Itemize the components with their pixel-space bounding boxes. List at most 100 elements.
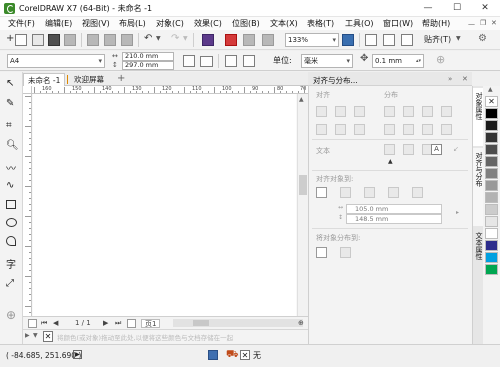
show-grid-icon[interactable] (383, 34, 395, 46)
nudge-distance-input[interactable]: 0.1 mm ▴▾ (372, 54, 424, 68)
text-outline-icon[interactable]: A (431, 144, 442, 155)
maximize-button[interactable]: ☐ (443, 0, 471, 17)
drawing-page[interactable] (33, 94, 296, 316)
menu-effects[interactable]: 效果(C) (194, 17, 222, 30)
align-right-icon[interactable] (354, 106, 365, 117)
zoom-level-select[interactable]: 133% ▾ (285, 33, 339, 47)
show-guidelines-icon[interactable] (401, 34, 413, 46)
align-to-active-objects-icon[interactable] (316, 187, 327, 198)
tab-untitled-1[interactable]: 未命名 -1 (23, 73, 66, 86)
add-page-after-icon[interactable] (127, 319, 136, 328)
pick-tool-icon[interactable]: ↖ (6, 78, 18, 90)
undo-dropdown-icon[interactable]: ▼ (156, 35, 161, 42)
page-height-input[interactable]: 297.0 mm (122, 61, 174, 70)
menu-window[interactable]: 窗口(W) (383, 17, 413, 30)
color-swatch[interactable] (485, 120, 498, 131)
current-page-icon[interactable] (243, 55, 255, 67)
menu-edit[interactable]: 编辑(E) (45, 17, 72, 30)
color-swatch[interactable] (485, 192, 498, 203)
docker-close-icon[interactable]: ✕ (462, 75, 468, 83)
menu-object[interactable]: 对象(C) (156, 17, 184, 30)
vertical-ruler[interactable] (23, 94, 32, 316)
connector-tool-icon[interactable]: ⤢ (6, 278, 18, 290)
distribute-top-icon[interactable] (384, 124, 395, 135)
distribute-center-v-icon[interactable] (403, 124, 414, 135)
publish-pdf-icon[interactable] (262, 34, 274, 46)
cut-icon[interactable] (87, 34, 99, 46)
units-select[interactable]: 毫米 ▾ (301, 54, 353, 68)
menu-bitmap[interactable]: 位图(B) (232, 17, 260, 30)
options-gear-icon[interactable]: ⚙ (478, 33, 487, 44)
first-page-icon[interactable]: ⏮ (41, 319, 47, 328)
vertical-scrollbar[interactable] (297, 94, 308, 316)
minimize-button[interactable]: — (414, 0, 442, 17)
close-button[interactable]: ✕ (471, 0, 499, 17)
distribute-center-h-icon[interactable] (403, 106, 414, 117)
color-swatch[interactable] (485, 252, 498, 263)
menu-layout[interactable]: 布局(L) (119, 17, 146, 30)
align-to-point-icon[interactable] (412, 187, 423, 198)
snap-to-button[interactable]: 贴齐(T) (424, 34, 451, 45)
page-width-input[interactable]: 210.0 mm (122, 52, 174, 61)
menu-file[interactable]: 文件(F) (8, 17, 35, 30)
print-icon[interactable] (64, 34, 76, 46)
distribute-spacing-h-icon[interactable] (422, 106, 433, 117)
docker-arrows-icon[interactable]: » (448, 75, 452, 83)
tab-welcome-screen[interactable]: 欢迎屏幕 (70, 73, 108, 86)
expand-status-icon[interactable]: ▶ (73, 350, 82, 359)
open-folder-icon[interactable] (32, 34, 44, 46)
align-center-h-icon[interactable] (335, 106, 346, 117)
color-swatch[interactable] (485, 144, 498, 155)
portrait-icon[interactable] (183, 55, 195, 67)
color-swatch[interactable] (485, 108, 498, 119)
landscape-icon[interactable] (200, 56, 213, 67)
distribute-bottom-icon[interactable] (441, 124, 452, 135)
ellipse-tool-icon[interactable] (6, 218, 17, 227)
color-swatch[interactable] (485, 180, 498, 191)
page-tab[interactable]: 页1 (141, 319, 161, 328)
menu-view[interactable]: 视图(V) (82, 17, 110, 30)
align-top-icon[interactable] (316, 124, 327, 135)
horizontal-scroll-thumb[interactable] (193, 320, 209, 326)
align-to-page-center-icon[interactable] (364, 187, 375, 198)
navigator-icon[interactable]: ⊕ (298, 319, 304, 328)
color-proofing-icon[interactable] (208, 350, 218, 360)
palette-menu-icon[interactable]: ▼ (33, 332, 38, 339)
show-rulers-icon[interactable] (365, 34, 377, 46)
add-page-icon[interactable] (28, 319, 37, 328)
collapse-arrow-icon[interactable]: ▲ (388, 158, 393, 165)
snap-dropdown-icon[interactable]: ▼ (456, 35, 461, 42)
crop-tool-icon[interactable]: ⌗ (6, 120, 18, 132)
palette-flyout-icon[interactable]: ▶ (25, 332, 30, 339)
export-icon[interactable] (243, 34, 255, 46)
vertical-scroll-thumb[interactable] (299, 175, 307, 195)
text-dropper-icon[interactable]: ↙ (453, 145, 459, 153)
new-tab-icon[interactable]: + (117, 73, 125, 84)
text-first-line-icon[interactable] (384, 144, 395, 155)
text-tool-icon[interactable]: 字 (6, 256, 18, 271)
align-to-page-edge-icon[interactable] (340, 187, 351, 198)
freehand-tool-icon[interactable]: 〰 (6, 160, 18, 175)
save-icon[interactable] (48, 34, 60, 46)
new-document-icon[interactable]: + (6, 33, 14, 44)
zoom-tool-icon[interactable]: 🔍︎ (6, 140, 19, 152)
align-to-grid-icon[interactable] (388, 187, 399, 198)
artistic-media-tool-icon[interactable]: ∿ (6, 180, 18, 192)
copy-icon[interactable] (104, 34, 116, 46)
rectangle-tool-icon[interactable] (6, 200, 16, 209)
redo-dropdown-icon[interactable]: ▼ (183, 35, 188, 42)
color-swatch[interactable]: ✕ (485, 96, 498, 107)
text-last-line-icon[interactable] (403, 144, 414, 155)
scroll-up-icon[interactable]: ▲ (299, 96, 304, 103)
distribute-left-icon[interactable] (384, 106, 395, 117)
previous-page-icon[interactable]: ◀ (53, 319, 58, 328)
color-swatch[interactable] (485, 204, 498, 215)
all-pages-icon[interactable] (225, 55, 237, 67)
paper-size-select[interactable]: A4 ▾ (7, 54, 105, 68)
import-icon[interactable] (225, 34, 237, 46)
distribute-spacing-v-icon[interactable] (422, 124, 433, 135)
menu-restore-icon[interactable]: ❐ (480, 19, 486, 27)
color-swatch[interactable] (485, 132, 498, 143)
menu-minimize-icon[interactable]: — (468, 20, 475, 28)
color-swatch[interactable] (485, 168, 498, 179)
